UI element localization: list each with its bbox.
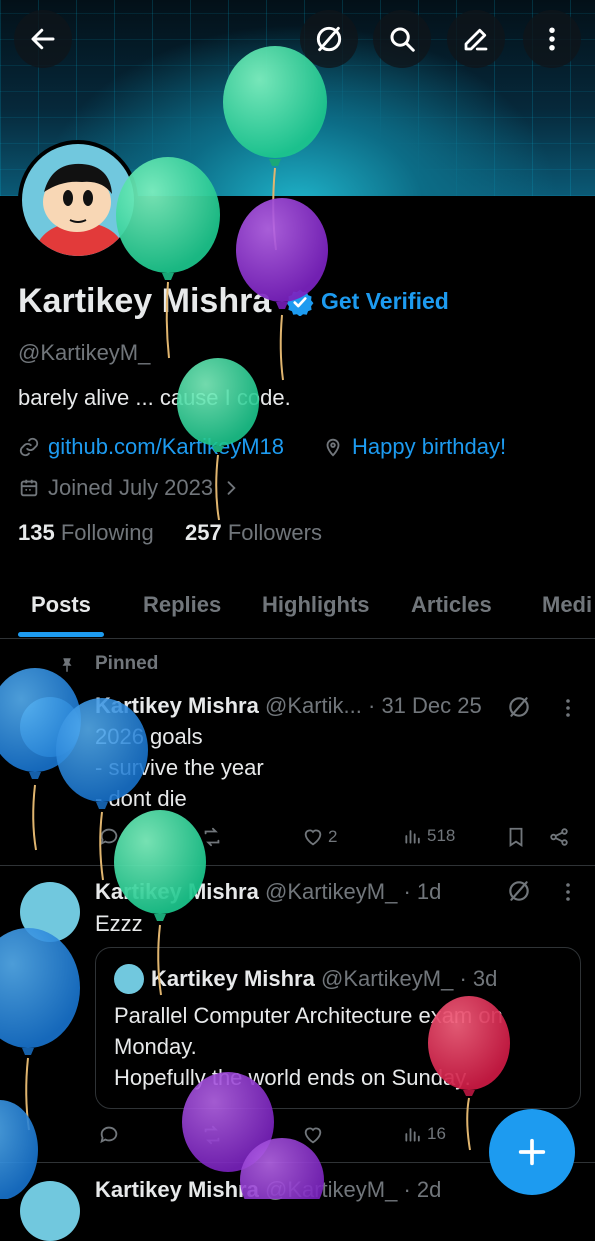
location-text: Happy birthday! [352,434,507,459]
search-button[interactable] [373,10,431,68]
avatar-illustration [36,163,124,256]
post-more-icon[interactable] [556,696,580,720]
heart-icon [304,829,322,846]
quoted-text-line: Parallel Computer Architecture exam on [114,1003,503,1028]
repost-button[interactable] [200,1124,224,1146]
view-count: 16 [427,1124,446,1143]
post-more-icon[interactable] [556,880,580,904]
like-button[interactable] [302,1124,324,1146]
heart-icon [304,1127,322,1144]
compose-button[interactable] [489,1109,575,1195]
post-avatar[interactable] [20,1181,80,1241]
reply-icon [100,828,118,846]
views-icon [405,1128,420,1142]
quoted-handle-time: @KartikeyM_ · 3d [320,966,498,991]
back-arrow-icon [31,28,55,50]
post-text-line: 2026 goals [95,724,203,749]
tab-posts[interactable]: Posts [31,592,91,618]
chevron-right-icon [227,481,236,495]
tab-media[interactable]: Medi [542,592,592,618]
website-link[interactable]: github.com/KartikeyM18 [48,434,284,460]
quoted-post[interactable]: Kartikey Mishra @KartikeyM_ · 3d Paralle… [95,947,581,1109]
grok-icon[interactable] [506,694,532,720]
edit-icon [464,28,488,51]
quoted-post-avatar [114,964,144,994]
post-text-line: Ezzz [95,911,143,936]
quoted-text-line: Monday. [114,1034,197,1059]
post-avatar[interactable] [20,697,80,757]
tab-replies[interactable]: Replies [143,592,221,618]
bookmark-icon[interactable] [505,826,527,848]
post-handle-time: @KartikeyM_ · 1d [264,879,442,904]
link-icon [19,437,39,457]
back-button[interactable] [14,10,72,68]
post-pinned[interactable]: Pinned Kartikey Mishra @Kartik... · 31 D… [0,639,595,866]
share-icon[interactable] [548,826,570,848]
reply-button[interactable] [98,1124,120,1146]
get-verified-link[interactable]: Get Verified [321,288,449,315]
profile-name: Kartikey Mishra [18,282,272,320]
views-button[interactable]: 16 [403,1124,446,1144]
pinned-label: Pinned [95,653,159,674]
view-count: 518 [427,826,456,845]
more-icon [549,27,555,51]
like-button[interactable]: 2 [302,826,337,848]
followers-link[interactable]: 257 Followers [185,520,322,546]
profile-tabs: Posts Replies Highlights Articles Medi [0,580,595,639]
tab-articles[interactable]: Articles [411,592,492,618]
edit-button[interactable] [447,10,505,68]
quoted-text-line: Hopefully the world ends on Sunday. [114,1065,471,1090]
pin-icon [62,658,72,672]
followers-count: 257 [185,520,222,545]
post-handle-time: @KartikeyM_ · 2d [264,1177,442,1202]
verified-badge-icon [286,289,314,316]
post-text-line: - dont die [95,786,187,811]
post-header: Kartikey Mishra @KartikeyM_ · 1d [95,879,441,905]
post-text-line: - survive the year [95,755,264,780]
grok-icon[interactable] [506,878,532,904]
repost-icon [204,827,220,847]
reply-button[interactable] [98,826,120,848]
grok-icon [316,26,342,52]
post-author-name[interactable]: Kartikey Mishra [95,1177,259,1202]
profile-handle: @KartikeyM_ [18,340,151,365]
grok-button[interactable] [300,10,358,68]
post-handle-time: @Kartik... · 31 Dec 25 [264,693,482,718]
reply-icon [100,1126,118,1144]
like-count: 2 [328,827,338,846]
followers-label: Followers [227,520,322,545]
joined-text: Joined July 2023 [48,475,214,500]
views-button[interactable]: 518 [403,826,455,846]
active-tab-indicator [18,632,104,637]
post-author-name[interactable]: Kartikey Mishra [95,879,259,904]
post-header: Kartikey Mishra @Kartik... · 31 Dec 25 [95,693,482,719]
following-link[interactable]: 135 Following [18,520,154,546]
plus-icon [518,1138,546,1166]
more-button[interactable] [523,10,581,68]
quoted-post-header: Kartikey Mishra @KartikeyM_ · 3d [151,966,497,992]
following-count: 135 [18,520,55,545]
repost-icon [204,1125,220,1145]
following-label: Following [60,520,154,545]
post-author-name[interactable]: Kartikey Mishra [95,693,259,718]
post-header: Kartikey Mishra @KartikeyM_ · 2d [95,1177,441,1203]
profile-location: Happy birthday! [322,434,506,460]
profile-avatar[interactable] [18,140,138,260]
profile-bio: barely alive ... cause I code. [18,385,291,410]
location-pin-icon [326,438,340,457]
calendar-icon [20,479,38,497]
profile-joined[interactable]: Joined July 2023 [18,475,241,501]
quoted-author-name: Kartikey Mishra [151,966,315,991]
tab-highlights[interactable]: Highlights [262,592,370,618]
repost-button[interactable] [200,826,224,848]
views-icon [405,830,420,844]
post-avatar[interactable] [20,882,80,942]
profile-website[interactable]: github.com/KartikeyM18 [18,434,284,460]
search-icon [390,27,415,52]
